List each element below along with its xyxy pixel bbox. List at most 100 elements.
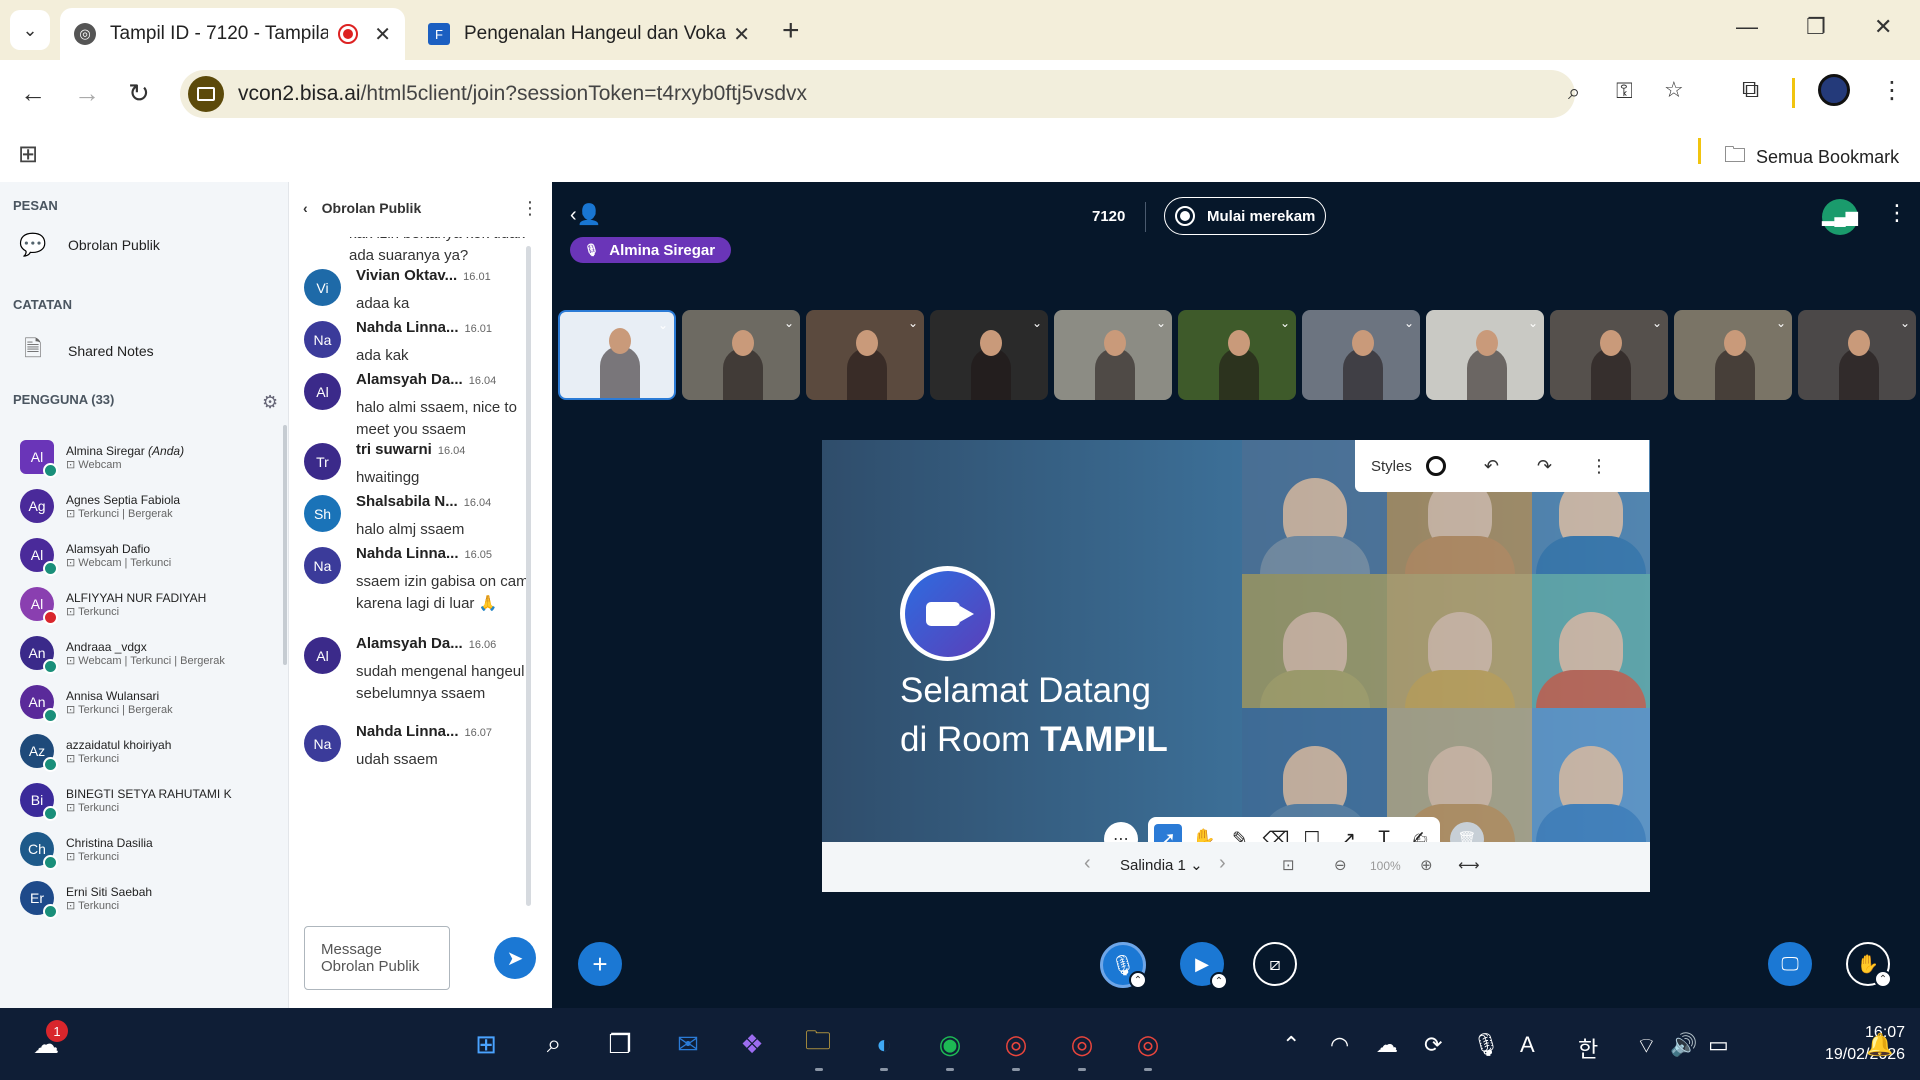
sync-icon[interactable]: ⟳ — [1424, 1032, 1442, 1058]
windows-start-icon[interactable]: ⊞ — [466, 1024, 506, 1064]
chevron-left-icon[interactable]: ‹ — [303, 200, 308, 216]
font-input-icon[interactable]: A — [1520, 1032, 1535, 1058]
pan-hand-icon[interactable]: ✋ — [1190, 824, 1218, 842]
user-list-item[interactable]: Bi BINEGTI SETYA RAHUTAMI K ⊡ Terkunci — [20, 783, 232, 821]
battery-icon[interactable]: ▭ — [1708, 1032, 1729, 1058]
chevron-up-icon[interactable]: ⌃ — [1874, 970, 1892, 988]
share-screen-button[interactable]: ⧄ — [1253, 942, 1297, 986]
webcam-tile[interactable]: ⌄ — [1302, 310, 1420, 400]
restore-icon[interactable]: ❐ — [1806, 14, 1826, 40]
zoom-out-icon[interactable]: ⊖ — [1334, 856, 1347, 874]
chevron-down-icon[interactable]: ⌄ — [1280, 316, 1290, 330]
chat-message-input[interactable]: Message Obrolan Publik — [304, 926, 450, 990]
stroke-circle-icon[interactable] — [1425, 456, 1446, 476]
webcam-tile[interactable]: ⌄ — [806, 310, 924, 400]
forward-arrow-icon[interactable]: → — [74, 78, 100, 109]
user-list-item[interactable]: Al Alamsyah Dafio ⊡ Webcam | Terkunci — [20, 538, 171, 576]
user-list-item[interactable]: An Andraaa _vdgx ⊡ Webcam | Terkunci | Ber… — [20, 636, 225, 674]
user-list-item[interactable]: Ch Christina Dasilia ⊡ Terkunci — [20, 832, 153, 870]
actions-plus-button[interactable]: + — [578, 942, 622, 986]
cloud-off-icon[interactable]: ☁ — [1376, 1032, 1398, 1058]
share-webcam-button[interactable]: ▶ ⌃ — [1180, 942, 1228, 990]
all-bookmarks-button[interactable]: 🗀 Semua Bookmark — [1724, 138, 1899, 176]
webcam-tile[interactable]: ⌄ — [682, 310, 800, 400]
notification-bell-icon[interactable]: 🔔 — [1866, 1032, 1893, 1058]
send-message-button[interactable]: ➤ — [494, 937, 536, 979]
public-chat-item[interactable]: 💬 Obrolan Publik — [18, 232, 160, 258]
zoom-icon[interactable]: ⌕ — [1568, 79, 1580, 105]
copilot-icon[interactable]: ❖ — [732, 1024, 772, 1064]
more-tools-icon[interactable]: ⋯ — [1104, 822, 1138, 842]
profile-avatar[interactable] — [1818, 74, 1850, 106]
select-pointer-icon[interactable]: ➚ — [1154, 824, 1182, 842]
raise-hand-button[interactable]: ✋ ⌃ — [1846, 942, 1892, 988]
new-tab-button[interactable]: + — [782, 14, 800, 48]
presentation-toggle-button[interactable]: 🖵 — [1768, 942, 1812, 986]
chrome-icon[interactable]: ◎ — [996, 1024, 1036, 1064]
user-list-item[interactable]: Al ALFIYYAH NUR FADIYAH ⊡ Terkunci — [20, 587, 206, 625]
microphone-icon[interactable]: 🎙 — [1472, 1032, 1500, 1058]
previous-slide-icon[interactable]: ‹ — [1084, 852, 1091, 875]
start-recording-button[interactable]: Mulai merekam — [1164, 197, 1327, 235]
search-icon[interactable]: ⌕ — [534, 1024, 574, 1064]
extensions-icon[interactable]: ⧉ — [1742, 76, 1759, 104]
chat-options-icon[interactable]: ⋮ — [521, 198, 539, 219]
user-list-scrollbar[interactable] — [283, 425, 287, 665]
address-bar[interactable]: vcon2.bisa.ai/html5client/join?sessionTo… — [180, 70, 1684, 118]
styles-label[interactable]: Styles — [1371, 458, 1412, 475]
headset-icon[interactable]: ◠ — [1330, 1032, 1349, 1058]
webcam-tile[interactable]: ⌄ — [1550, 310, 1668, 400]
tab-search-button[interactable]: ⌄ — [10, 10, 50, 50]
undo-icon[interactable]: ↶ — [1484, 456, 1499, 477]
tab-tampil[interactable]: ◎ Tampil ID - 7120 - Tampilan ✕ — [60, 8, 405, 60]
edge-browser-icon[interactable]: ◐ — [864, 1024, 904, 1064]
file-explorer-icon[interactable]: 🗀 — [798, 1024, 838, 1064]
gear-icon[interactable]: ⚙ — [262, 392, 278, 413]
outlook-icon[interactable]: ✉ — [668, 1024, 708, 1064]
chevron-down-icon[interactable]: ⌄ — [784, 316, 794, 330]
close-tab-icon[interactable]: ✕ — [733, 22, 750, 47]
chevron-up-icon[interactable]: ⌃ — [1210, 972, 1228, 990]
chevron-down-icon[interactable]: ⌄ — [1032, 316, 1042, 330]
chat-header[interactable]: ‹ Obrolan Publik — [303, 200, 421, 216]
chevron-down-icon[interactable]: ⌄ — [1528, 316, 1538, 330]
chevron-down-icon[interactable]: ⌄ — [1404, 316, 1414, 330]
text-icon[interactable]: T — [1370, 824, 1398, 842]
redo-icon[interactable]: ↷ — [1537, 456, 1552, 477]
user-list-item[interactable]: Ag Agnes Septia Fabiola ⊡ Terkunci | Berge… — [20, 489, 180, 523]
tab-pengenalan[interactable]: F Pengenalan Hangeul dan Vokal ✕ — [414, 8, 764, 60]
note-edit-icon[interactable]: ✍ — [1406, 824, 1434, 843]
spotify-icon[interactable]: ◉ — [930, 1024, 970, 1064]
reload-icon[interactable]: ↻ — [128, 78, 150, 109]
back-arrow-icon[interactable]: ← — [20, 78, 46, 109]
arrow-icon[interactable]: ↗ — [1334, 824, 1362, 843]
webcam-tile[interactable]: ⌄ — [1178, 310, 1296, 400]
trash-icon[interactable]: 🗑 — [1450, 822, 1484, 842]
korean-ime-icon[interactable]: 한 — [1578, 1032, 1598, 1064]
webcam-tile[interactable]: ⌄ — [558, 310, 676, 400]
browser-menu-icon[interactable]: ⋮ — [1880, 76, 1904, 105]
user-list-item[interactable]: Az azzaidatul khoiriyah ⊡ Terkunci — [20, 734, 171, 772]
meeting-options-icon[interactable]: ⋮ — [1886, 200, 1908, 226]
user-list-item[interactable]: Al Almina Siregar (Anda) ⊡ Webcam — [20, 440, 184, 478]
webcam-tile[interactable]: ⌄ — [930, 310, 1048, 400]
chrome-icon[interactable]: ◎ — [1128, 1024, 1168, 1064]
password-key-icon[interactable]: ⚿ — [1616, 78, 1633, 104]
close-tab-icon[interactable]: ✕ — [374, 22, 391, 47]
zoom-in-icon[interactable]: ⊕ — [1420, 856, 1433, 874]
chevron-down-icon[interactable]: ⌄ — [1776, 316, 1786, 330]
webcam-tile[interactable]: ⌄ — [1054, 310, 1172, 400]
next-slide-icon[interactable]: › — [1219, 852, 1226, 875]
webcam-tile[interactable]: ⌄ — [1426, 310, 1544, 400]
chevron-down-icon[interactable]: ⌄ — [908, 316, 918, 330]
chevron-down-icon[interactable]: ⌄ — [1652, 316, 1662, 330]
apps-grid-icon[interactable]: ⊞ — [18, 140, 38, 169]
rectangle-icon[interactable]: ☐ — [1298, 824, 1326, 843]
user-list-item[interactable]: An Annisa Wulansari ⊡ Terkunci | Bergerak — [20, 685, 173, 723]
slide-selector[interactable]: Salindia 1 ⌄ — [1120, 856, 1203, 874]
chevron-down-icon[interactable]: ⌄ — [658, 318, 668, 332]
chevron-up-icon[interactable]: ⌃ — [1282, 1032, 1300, 1058]
site-info-icon[interactable] — [188, 76, 224, 112]
chrome-icon[interactable]: ◎ — [1062, 1024, 1102, 1064]
toggle-user-list-icon[interactable]: ‹👤 — [570, 202, 602, 227]
